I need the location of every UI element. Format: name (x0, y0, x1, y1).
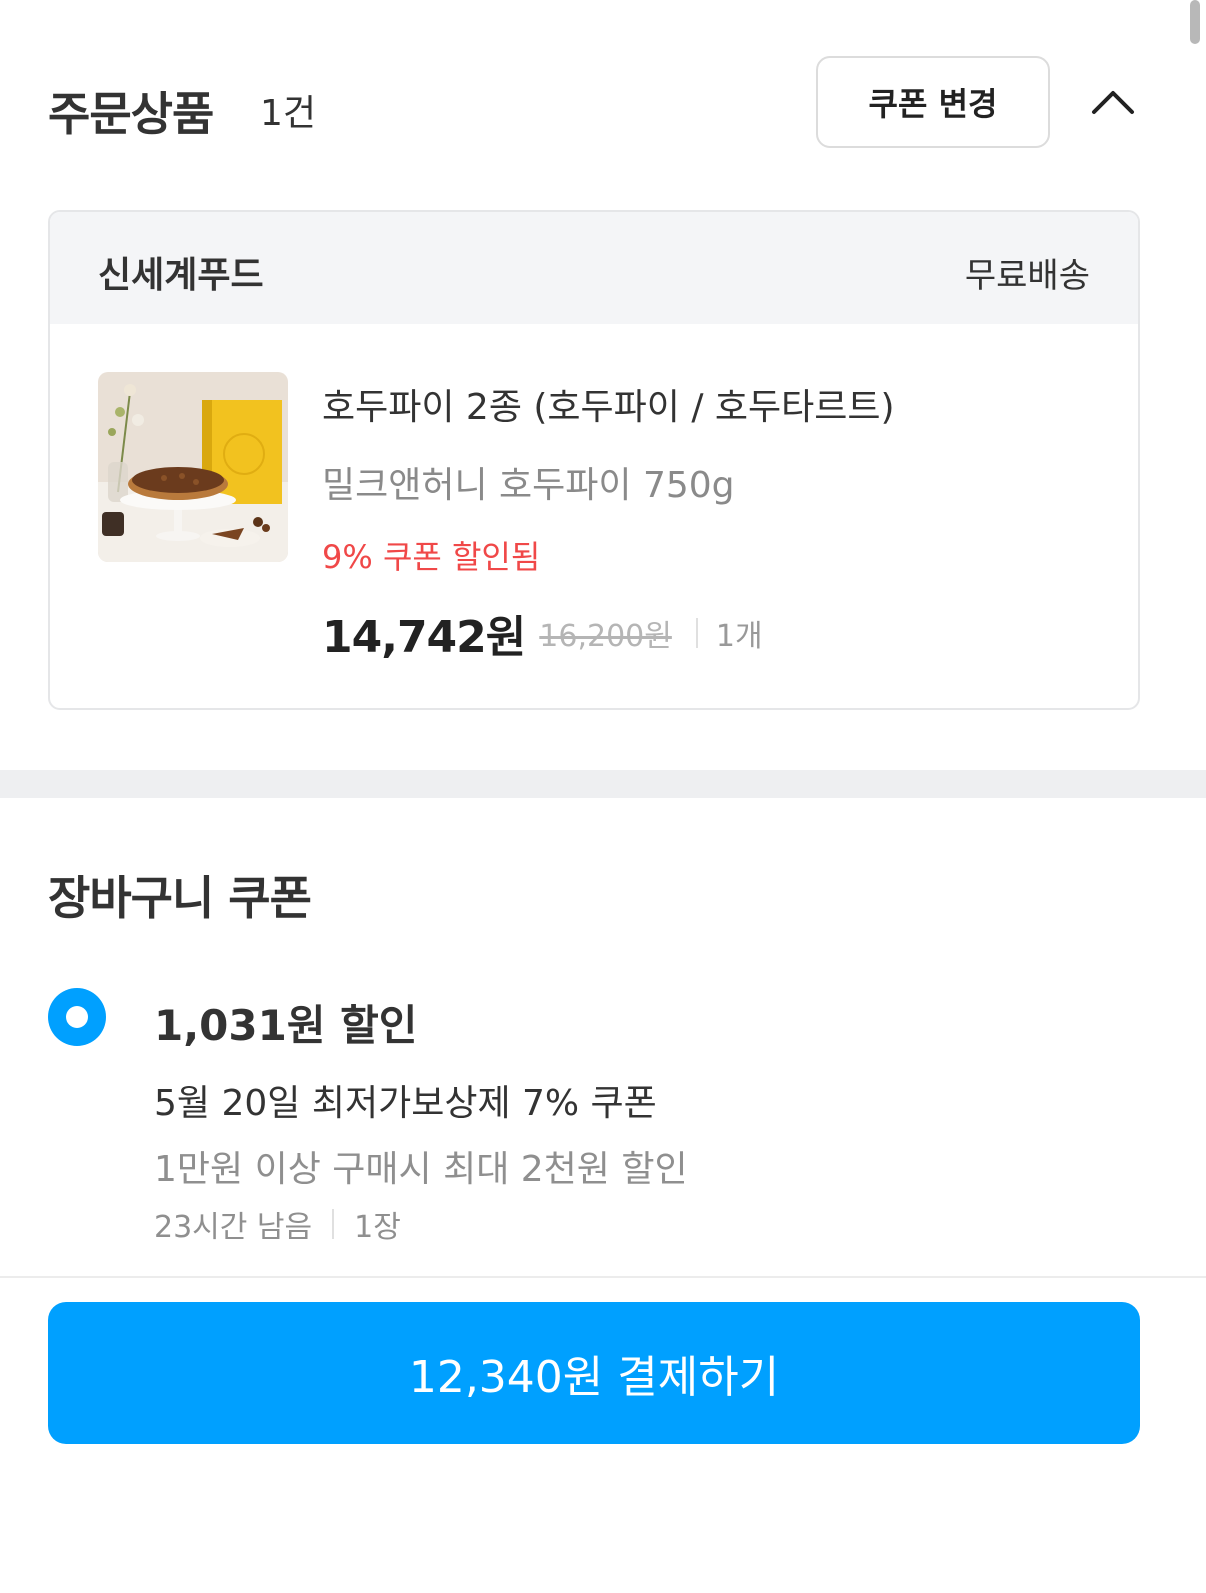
section-divider (0, 770, 1206, 798)
seller-name: 신세계푸드 (98, 255, 264, 296)
product-thumbnail[interactable] (98, 372, 288, 562)
original-price: 16,200원 (539, 619, 672, 654)
seller-bar: 신세계푸드 무료배송 (50, 212, 1138, 324)
product-card: 신세계푸드 무료배송 호두파이 2종 (호두파이 / 호두타르트) 밀크앤허니 … (48, 210, 1140, 710)
order-title: 주문상품 (48, 87, 214, 141)
divider (332, 1209, 335, 1239)
discount-note: 9% 쿠폰 할인됨 (322, 538, 541, 576)
shipping-label: 무료배송 (964, 256, 1090, 296)
order-header: 주문상품 1건 쿠폰 변경 (48, 56, 1158, 150)
pay-button[interactable]: 12,340원 결제하기 (48, 1302, 1140, 1444)
product-name[interactable]: 호두파이 2종 (호두파이 / 호두타르트) (322, 378, 895, 430)
order-count: 1건 (260, 93, 317, 134)
coupon-remaining: 23시간 남음 (154, 1210, 313, 1245)
quantity: 1개 (715, 619, 763, 654)
coupon-meta: 23시간 남음 1장 (154, 1204, 401, 1245)
coupon-name: 5월 20일 최저가보상제 7% 쿠폰 (154, 1083, 657, 1124)
coupon-change-button[interactable]: 쿠폰 변경 (816, 56, 1050, 148)
product-option: 밀크앤허니 호두파이 750g (322, 465, 735, 506)
order-page: 주문상품 1건 쿠폰 변경 신세계푸드 무료배송 호두파이 2종 (호두파이 /… (0, 0, 1206, 1593)
coupon-condition: 1만원 이상 구매시 최대 2천원 할인 (154, 1149, 688, 1190)
chevron-up-icon[interactable] (1088, 78, 1138, 128)
price-now: 14,742원 (322, 612, 526, 663)
coupon-amount[interactable]: 1,031원 할인 (154, 992, 417, 1053)
divider-line (0, 1276, 1206, 1278)
coupon-count: 1장 (354, 1210, 401, 1245)
scrollbar[interactable] (1190, 0, 1200, 44)
radio-selected-dot (66, 1006, 88, 1028)
cart-coupon-title: 장바구니 쿠폰 (48, 871, 312, 925)
coupon-radio[interactable] (48, 988, 106, 1046)
divider (695, 618, 698, 648)
price-row: 14,742원 16,200원 1개 (322, 608, 763, 663)
